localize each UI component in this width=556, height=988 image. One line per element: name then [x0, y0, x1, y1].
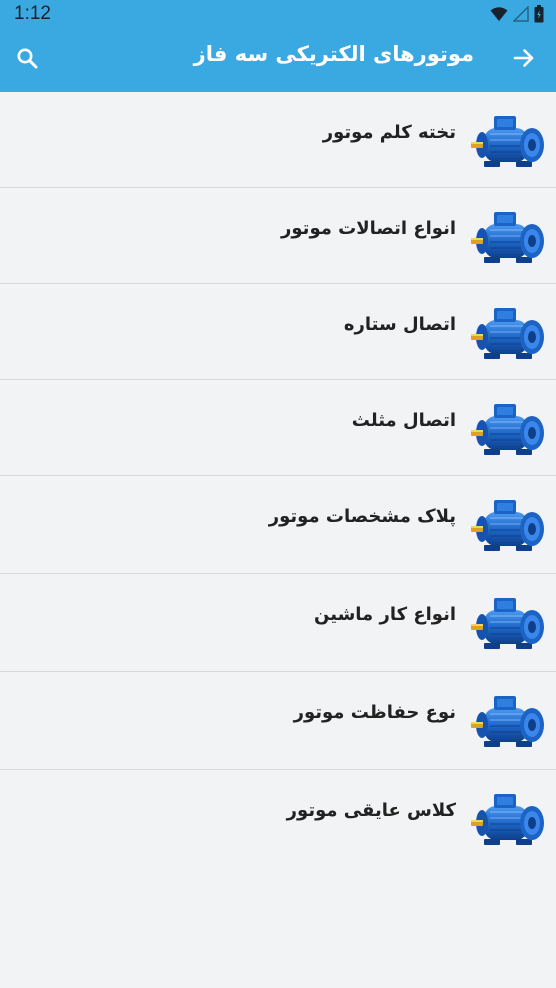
list-item-label: پلاک مشخصات موتور	[268, 506, 456, 527]
arrow-right-icon	[512, 46, 536, 74]
wifi-icon	[490, 6, 508, 22]
search-button[interactable]	[5, 38, 49, 82]
electric-motor-icon	[470, 206, 546, 268]
list-item[interactable]: کلاس عایقی موتور	[0, 770, 556, 868]
list-item[interactable]: انواع اتصالات موتور	[0, 188, 556, 284]
list-item[interactable]: پلاک مشخصات موتور	[0, 476, 556, 574]
electric-motor-icon	[470, 398, 546, 460]
list-item-label: انواع کار ماشین	[314, 604, 456, 625]
list-item[interactable]: نوع حفاظت موتور	[0, 672, 556, 770]
list-item-label: تخته کلم موتور	[322, 122, 456, 143]
search-icon	[15, 46, 39, 74]
back-button[interactable]	[502, 38, 546, 82]
battery-icon	[534, 5, 544, 23]
list-item[interactable]: انواع کار ماشین	[0, 574, 556, 672]
electric-motor-icon	[470, 110, 546, 172]
signal-icon	[513, 6, 529, 22]
list-item-label: انواع اتصالات موتور	[281, 218, 456, 239]
electric-motor-icon	[470, 690, 546, 752]
electric-motor-icon	[470, 788, 546, 850]
topic-list: تخته کلم موتور انواع اتصالات موتور اتصال…	[0, 92, 556, 868]
app-bar: موتورهای الکتریکی سه فاز	[0, 28, 556, 92]
list-item-label: نوع حفاظت موتور	[293, 702, 456, 723]
status-bar: 1:12	[0, 0, 556, 28]
list-item[interactable]: تخته کلم موتور	[0, 92, 556, 188]
status-time: 1:12	[14, 3, 51, 24]
electric-motor-icon	[470, 302, 546, 364]
electric-motor-icon	[470, 592, 546, 654]
list-item-label: کلاس عایقی موتور	[286, 800, 456, 821]
list-item[interactable]: اتصال ستاره	[0, 284, 556, 380]
page-title: موتورهای الکتریکی سه فاز	[193, 42, 474, 66]
list-item-label: اتصال مثلث	[351, 410, 456, 431]
list-item-label: اتصال ستاره	[343, 314, 456, 335]
status-icons	[490, 5, 544, 23]
electric-motor-icon	[470, 494, 546, 556]
list-item[interactable]: اتصال مثلث	[0, 380, 556, 476]
